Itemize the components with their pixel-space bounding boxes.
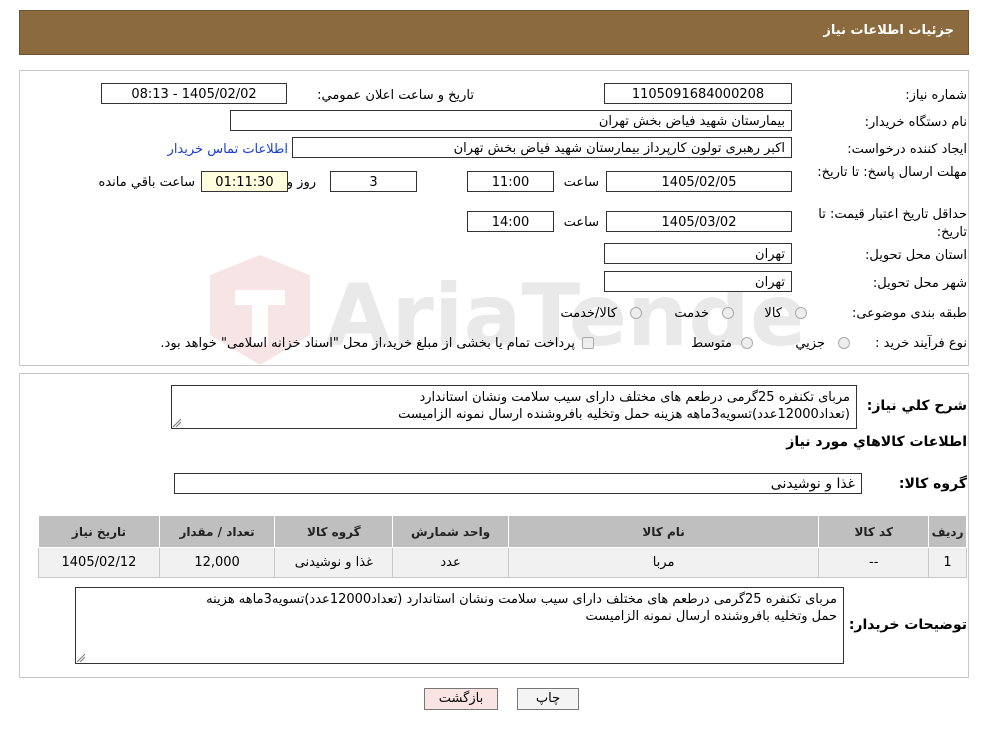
deadline-date-field: 1405/02/05 — [606, 171, 792, 192]
description-label: شرح کلي نياز: — [866, 398, 967, 414]
category-radio-goods[interactable] — [795, 307, 807, 319]
cell-row: 1 — [928, 547, 967, 578]
items-table-wrap: رديف کد کالا نام کالا واحد شمارش گروه کا… — [38, 515, 967, 578]
buyer-org-field: بیمارستان شهید فیاض بخش تهران — [230, 110, 792, 131]
announce-field: 1405/02/02 - 08:13 — [101, 83, 287, 104]
process-option-minor: جزيي — [795, 336, 825, 351]
page-title: جزئیات اطلاعات نیاز — [823, 23, 954, 38]
buyer-org-label: نام دستگاه خريدار: — [864, 115, 967, 130]
back-button[interactable]: بازگشت — [424, 688, 498, 710]
category-radio-service[interactable] — [722, 307, 734, 319]
creator-field: اکبر رهبری تولون کارپرداز بیمارستان شهید… — [292, 137, 792, 158]
cell-unit: عدد — [392, 547, 509, 578]
page-header: جزئیات اطلاعات نیاز — [19, 10, 969, 55]
buyer-notes-line-1: مربای تکنفره 25گرمی درطعم های مختلف دارا… — [206, 592, 837, 607]
col-code: کد کالا — [818, 515, 930, 548]
announce-label: تاریخ و ساعت اعلان عمومي: — [317, 88, 474, 103]
cell-date: 1405/02/12 — [38, 547, 160, 578]
process-note: پرداخت تمام يا بخشی از مبلغ خريد،از محل … — [160, 336, 575, 351]
creator-label: ايجاد کننده درخواست: — [847, 142, 967, 157]
items-table: رديف کد کالا نام کالا واحد شمارش گروه کا… — [38, 515, 967, 578]
deadline-label: مهلت ارسال پاسخ: تا تاريخ: — [817, 165, 967, 180]
print-button[interactable]: چاپ — [517, 688, 579, 710]
col-row: رديف — [928, 515, 967, 548]
col-date: تاريخ نياز — [38, 515, 160, 548]
description-line-1: مربای تکنفره 25گرمی درطعم های مختلف دارا… — [419, 390, 850, 405]
goods-section-title: اطلاعات کالاهاي مورد نياز — [786, 434, 967, 450]
validity-label: حداقل تاريخ اعتبار قيمت: تا تاريخ: — [818, 207, 967, 240]
buyer-notes-textarea[interactable]: مربای تکنفره 25گرمی درطعم های مختلف دارا… — [75, 587, 844, 664]
category-option-goods: کالا — [764, 306, 782, 321]
deadline-time-field: 11:00 — [467, 171, 554, 192]
process-checkbox-treasury[interactable] — [582, 337, 594, 349]
table-row[interactable]: 1 -- مربا عدد غذا و نوشیدنی 12,000 1405/… — [38, 547, 967, 578]
description-textarea[interactable]: مربای تکنفره 25گرمی درطعم های مختلف دارا… — [171, 385, 857, 429]
resize-grip-icon[interactable] — [77, 654, 85, 662]
goods-group-label: گروه کالا: — [898, 476, 967, 492]
process-label: نوع فرآيند خريد : — [875, 336, 967, 351]
description-line-2: (تعداد12000عدد)تسویه3ماهه هزینه حمل وتخل… — [398, 407, 850, 422]
buyer-notes-label: توضيحات خريدار: — [848, 617, 967, 633]
need-number-field: 1105091684000208 — [604, 83, 792, 104]
process-radio-minor[interactable] — [838, 337, 850, 349]
col-name: نام کالا — [507, 515, 820, 548]
process-radio-medium[interactable] — [741, 337, 753, 349]
buyer-notes-line-2: حمل وتخلیه بافروشنده ارسال نمونه الزامیس… — [585, 609, 837, 624]
goods-group-field: غذا و نوشیدنی — [174, 473, 862, 494]
category-label: طبقه بندی موضوعی: — [851, 306, 967, 321]
city-label: شهر محل تحويل: — [872, 276, 967, 291]
table-header-row: رديف کد کالا نام کالا واحد شمارش گروه کا… — [38, 515, 967, 548]
need-number-label: شماره نیاز: — [905, 88, 967, 103]
deadline-time-label: ساعت — [563, 175, 599, 190]
col-group: گروه کالا — [274, 515, 394, 548]
province-field: تهران — [604, 243, 792, 264]
category-radio-goods-service[interactable] — [630, 307, 642, 319]
city-field: تهران — [604, 271, 792, 292]
resize-grip-icon[interactable] — [173, 419, 181, 427]
validity-date-field: 1405/03/02 — [606, 211, 792, 232]
cell-code: -- — [818, 547, 930, 578]
category-option-goods-service: کالا/خدمت — [560, 306, 617, 321]
remaining-label: ساعت باقي مانده — [98, 175, 195, 190]
validity-time-label: ساعت — [563, 215, 599, 230]
cell-qty: 12,000 — [158, 547, 276, 578]
col-qty: تعداد / مقدار — [158, 515, 276, 548]
remaining-time-field: 01:11:30 — [201, 171, 288, 192]
province-label: استان محل تحويل: — [865, 248, 967, 263]
days-label: روز و — [286, 175, 316, 190]
days-field: 3 — [330, 171, 417, 192]
process-option-medium: متوسط — [691, 336, 732, 351]
col-unit: واحد شمارش — [392, 515, 509, 548]
cell-group: غذا و نوشیدنی — [274, 547, 394, 578]
validity-time-field: 14:00 — [467, 211, 554, 232]
cell-name: مربا — [507, 547, 820, 578]
buyer-contact-link[interactable]: اطلاعات تماس خريدار — [168, 142, 288, 157]
category-option-service: خدمت — [674, 306, 709, 321]
